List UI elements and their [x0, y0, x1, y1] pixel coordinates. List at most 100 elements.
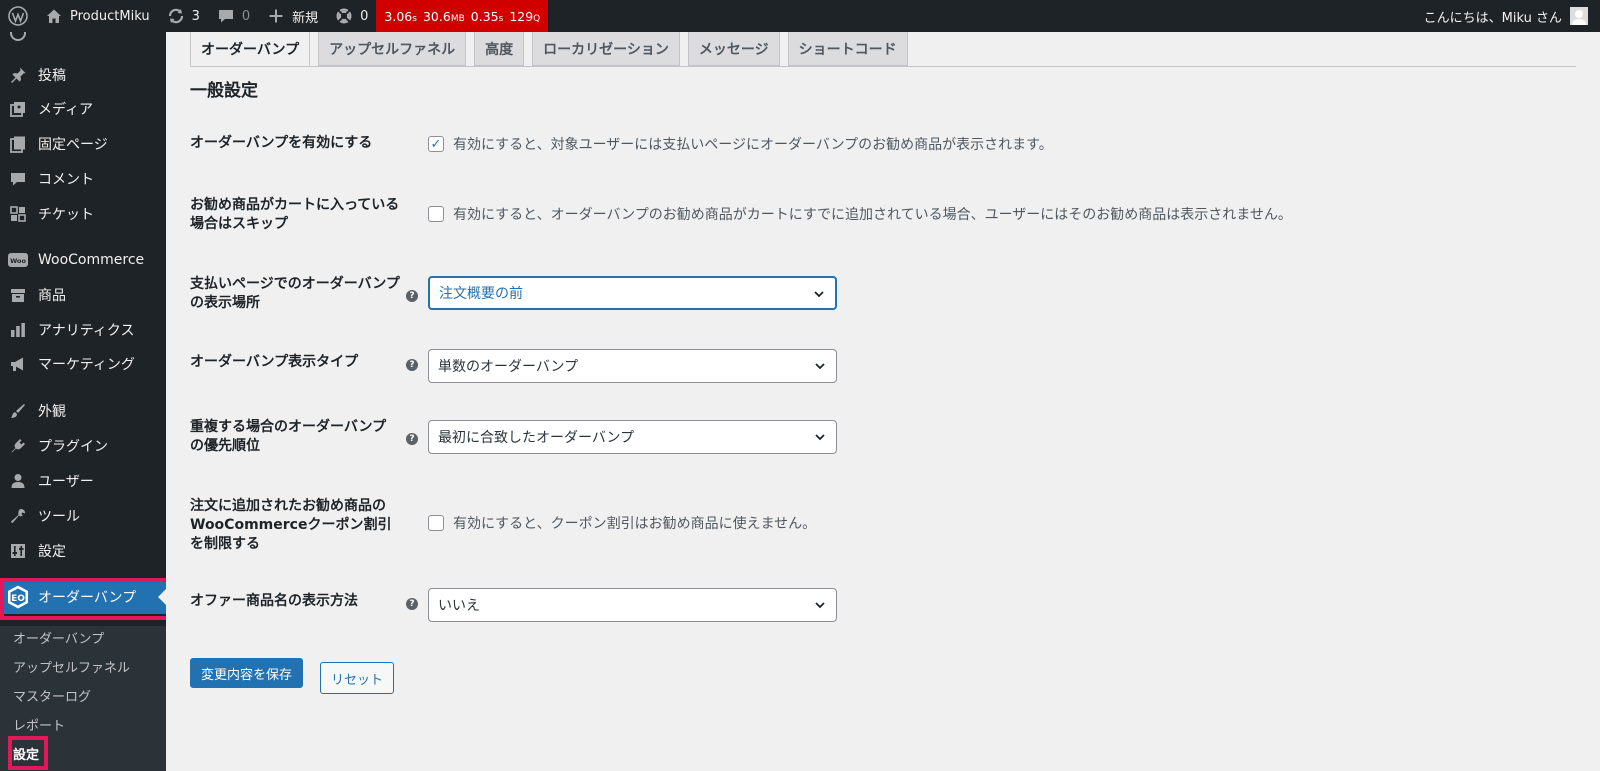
tab-localization[interactable]: ローカリゼーション — [532, 32, 680, 66]
sidebar-item-pages[interactable]: 固定ページ — [0, 127, 166, 161]
sidebar-item-users[interactable]: ユーザー — [0, 464, 166, 498]
submenu-orderbump[interactable]: オーダーバンプ — [13, 628, 104, 647]
home-icon — [44, 6, 64, 26]
sidebar-item-orderbump[interactable]: EO オーダーバンプ — [0, 580, 166, 614]
offer-name-display-select[interactable]: いいえ — [428, 588, 837, 622]
sidebar-item-label: マーケティング — [38, 357, 135, 373]
restrict-coupon-description: 有効にすると、クーポン割引はお勧め商品に使えません。 — [453, 516, 817, 532]
sidebar-item-analytics[interactable]: アナリティクス — [0, 313, 166, 347]
skip-in-cart-label: お勧め商品がカートに入っている場合はスキップ — [190, 197, 400, 232]
svg-text:Woo: Woo — [10, 257, 26, 265]
admin-bar: ProductMiku 3 0 新規 0 3.06s 30.6MB 0.35s … — [0, 0, 1600, 32]
my-account-link[interactable]: こんにちは、Miku さん — [1424, 7, 1600, 26]
perf-time: 3.06s — [384, 8, 417, 24]
help-icon[interactable]: ? — [406, 433, 418, 445]
plugin-status-link[interactable]: 0 — [326, 0, 376, 32]
sidebar-item-comments[interactable]: コメント — [0, 162, 166, 196]
submenu-upsell-funnel[interactable]: アップセルファネル — [13, 657, 130, 676]
chevron-down-icon — [815, 363, 825, 370]
sidebar-item-appearance[interactable]: 外観 — [0, 394, 166, 428]
sidebar-item-marketing[interactable]: マーケティング — [0, 347, 166, 381]
tab-messages[interactable]: メッセージ — [687, 32, 780, 66]
pin-icon — [0, 66, 36, 84]
wp-logo[interactable] — [0, 0, 36, 32]
sidebar-item-label: 設定 — [38, 544, 66, 560]
active-arrow — [158, 589, 166, 605]
priority-label: 重複する場合のオーダーバンプの優先順位 — [190, 419, 387, 454]
sidebar-item-media[interactable]: メディア — [0, 92, 166, 126]
sidebar-item-plugins[interactable]: プラグイン — [0, 429, 166, 463]
dashboard-icon — [0, 32, 36, 42]
comment-bubble-icon — [216, 6, 236, 26]
tab-advanced[interactable]: 高度 — [474, 32, 525, 66]
submenu-settings[interactable]: 設定 — [13, 744, 39, 763]
woo-icon: Woo — [0, 252, 36, 268]
page-icon — [0, 135, 36, 153]
plugin-count: 0 — [360, 8, 369, 24]
sidebar-item-tools[interactable]: ツール — [0, 499, 166, 533]
comments-link[interactable]: 0 — [208, 0, 258, 32]
submenu-master-log[interactable]: マスターログ — [13, 686, 91, 705]
submenu-report[interactable]: レポート — [13, 715, 65, 734]
admin-sidebar: 投稿 メディア 固定ページ コメント チケット Woo WooCommerce … — [0, 32, 166, 771]
help-icon[interactable]: ? — [406, 359, 418, 371]
site-name-link[interactable]: ProductMiku — [36, 0, 158, 32]
reset-button[interactable]: リセット — [320, 662, 395, 694]
sidebar-item-label: 商品 — [38, 288, 66, 304]
refresh-icon — [166, 6, 186, 26]
sidebar-item-label: オーダーバンプ — [38, 590, 137, 606]
save-button[interactable]: 変更内容を保存 — [190, 658, 304, 688]
display-position-value: 注文概要の前 — [439, 286, 523, 302]
new-content-link[interactable]: 新規 — [258, 0, 326, 32]
perf-queries: 129Q — [509, 8, 541, 24]
sidebar-item-dashboard-partial[interactable] — [0, 32, 166, 50]
priority-select[interactable]: 最初に合致したオーダーバンプ — [428, 420, 837, 454]
chevron-down-icon — [815, 434, 825, 441]
sidebar-item-settings[interactable]: 設定 — [0, 534, 166, 568]
megaphone-icon — [0, 355, 36, 373]
sidebar-item-label: 外観 — [38, 404, 66, 420]
restrict-coupon-checkbox[interactable] — [428, 515, 444, 531]
help-icon[interactable]: ? — [406, 598, 418, 610]
archive-icon — [0, 286, 36, 304]
updates-link[interactable]: 3 — [158, 0, 208, 32]
display-type-value: 単数のオーダーバンプ — [438, 359, 579, 375]
enable-description: 有効にすると、対象ユーザーには支払いページにオーダーバンプのお勧め商品が表示され… — [453, 137, 1053, 153]
enable-field: ✓ 有効にすると、対象ユーザーには支払いページにオーダーバンプのお勧め商品が表示… — [428, 134, 1053, 154]
settings-tabs: オーダーバンプ アップセルファネル 高度 ローカリゼーション メッセージ ショー… — [190, 32, 916, 66]
display-position-label: 支払いページでのオーダーバンプの表示場所 — [190, 276, 400, 311]
sidebar-item-label: WooCommerce — [38, 252, 145, 268]
display-type-select[interactable]: 単数のオーダーバンプ — [428, 349, 837, 383]
enable-label: オーダーバンプを有効にする — [190, 135, 373, 151]
updates-count: 3 — [191, 8, 200, 24]
user-icon — [0, 472, 36, 490]
orderbump-icon: EO — [0, 584, 36, 610]
display-type-label: オーダーバンプ表示タイプ — [190, 354, 359, 370]
enable-checkbox[interactable]: ✓ — [428, 136, 444, 152]
sidebar-item-label: コメント — [38, 172, 94, 188]
comment-icon — [0, 170, 36, 188]
lifebuoy-icon — [334, 6, 354, 26]
skip-in-cart-field: 有効にすると、オーダーバンプのお勧め商品がカートにすでに追加されている場合、ユー… — [428, 204, 1292, 224]
tab-orderbump[interactable]: オーダーバンプ — [190, 32, 311, 66]
skip-in-cart-checkbox[interactable] — [428, 206, 444, 222]
sidebar-item-posts[interactable]: 投稿 — [0, 58, 166, 92]
skip-in-cart-description: 有効にすると、オーダーバンプのお勧め商品がカートにすでに追加されている場合、ユー… — [453, 207, 1292, 223]
query-monitor-stats[interactable]: 3.06s 30.6MB 0.35s 129Q — [376, 0, 549, 32]
sidebar-item-tickets[interactable]: チケット — [0, 197, 166, 231]
help-icon[interactable]: ? — [406, 290, 418, 302]
sidebar-item-products[interactable]: 商品 — [0, 278, 166, 312]
display-position-select[interactable]: 注文概要の前 — [428, 276, 837, 310]
restrict-coupon-field: 有効にすると、クーポン割引はお勧め商品に使えません。 — [428, 513, 816, 533]
tab-upsell-funnel[interactable]: アップセルファネル — [318, 32, 467, 66]
tab-shortcode[interactable]: ショートコード — [787, 32, 908, 66]
tabs-divider — [190, 66, 1576, 67]
settings-icon — [0, 542, 36, 560]
comments-count: 0 — [241, 8, 251, 24]
priority-value: 最初に合致したオーダーバンプ — [438, 430, 635, 446]
chevron-down-icon — [815, 602, 825, 609]
sidebar-item-label: 固定ページ — [38, 137, 108, 153]
sidebar-item-label: 投稿 — [38, 68, 66, 84]
offer-name-display-value: いいえ — [438, 598, 480, 614]
sidebar-item-woocommerce[interactable]: Woo WooCommerce — [0, 243, 166, 277]
